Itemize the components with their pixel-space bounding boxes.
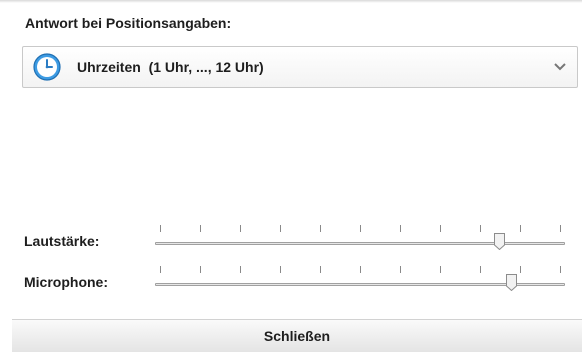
slider-tick: [160, 266, 161, 273]
slider-tick: [560, 266, 561, 273]
slider-tick: [320, 266, 321, 273]
slider-tick: [320, 225, 321, 232]
position-format-dropdown[interactable]: Uhrzeiten (1 Uhr, ..., 12 Uhr): [22, 46, 578, 88]
microphone-ticks: [155, 266, 565, 274]
chevron-down-icon: [554, 63, 566, 71]
slider-tick: [240, 225, 241, 232]
slider-tick: [400, 266, 401, 273]
slider-tick: [560, 225, 561, 232]
microphone-label: Microphone:: [24, 274, 108, 290]
slider-tick: [360, 225, 361, 232]
slider-tick: [160, 225, 161, 232]
top-edge: [0, 0, 582, 3]
dropdown-selected-value: Uhrzeiten (1 Uhr, ..., 12 Uhr): [77, 59, 264, 75]
close-button[interactable]: Schließen: [12, 319, 582, 352]
slider-tick: [240, 266, 241, 273]
slider-tick: [280, 266, 281, 273]
slider-tick: [200, 225, 201, 232]
slider-tick: [200, 266, 201, 273]
microphone-track[interactable]: [155, 283, 565, 286]
slider-tick: [440, 266, 441, 273]
slider-tick: [480, 225, 481, 232]
microphone-slider[interactable]: [155, 266, 565, 296]
clock-icon: [32, 52, 62, 82]
slider-tick: [480, 266, 481, 273]
slider-tick: [400, 225, 401, 232]
slider-tick: [440, 225, 441, 232]
volume-thumb[interactable]: [493, 233, 505, 250]
slider-tick: [280, 225, 281, 232]
volume-label: Lautstärke:: [24, 233, 100, 249]
slider-tick: [520, 225, 521, 232]
settings-dialog: Antwort bei Positionsangaben: Uhrzeiten …: [0, 0, 582, 352]
volume-slider[interactable]: [155, 225, 565, 255]
slider-tick: [360, 266, 361, 273]
volume-ticks: [155, 225, 565, 233]
microphone-thumb[interactable]: [506, 274, 518, 291]
position-answer-label: Antwort bei Positionsangaben:: [25, 15, 232, 31]
slider-tick: [520, 266, 521, 273]
